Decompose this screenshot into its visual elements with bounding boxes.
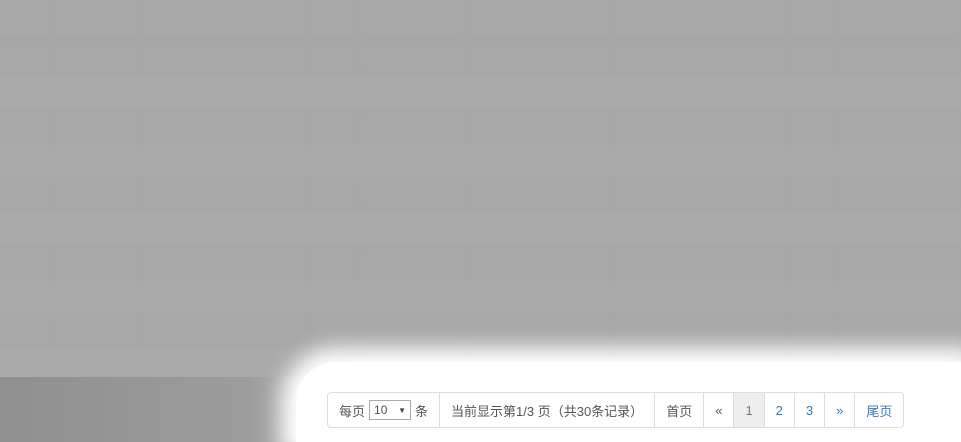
page-status-text: 当前显示第1/3 页（共30条记录） (439, 393, 654, 427)
first-page-button[interactable]: 首页 (654, 393, 703, 427)
per-page-label: 每页 (339, 403, 366, 419)
page-button-1[interactable]: 1 (733, 393, 764, 427)
prev-page-button[interactable]: « (703, 393, 733, 427)
next-page-button[interactable]: » (824, 393, 854, 427)
page-button-3[interactable]: 3 (793, 393, 824, 427)
page-size-select[interactable]: 10 ▼ (369, 400, 412, 420)
pagination-bar: 每页 10 ▼ 条 当前显示第1/3 页（共30条记录） 首页 « 1 2 3 … (327, 392, 905, 428)
page-size-value: 10 (374, 403, 388, 417)
items-unit-label: 条 (415, 403, 429, 419)
page-size-control: 每页 10 ▼ 条 (328, 393, 439, 427)
modal-backdrop (0, 0, 961, 377)
last-page-button[interactable]: 尾页 (854, 393, 903, 427)
user-table-region (0, 0, 961, 377)
caret-down-icon: ▼ (398, 405, 407, 415)
page-button-2[interactable]: 2 (763, 393, 794, 427)
